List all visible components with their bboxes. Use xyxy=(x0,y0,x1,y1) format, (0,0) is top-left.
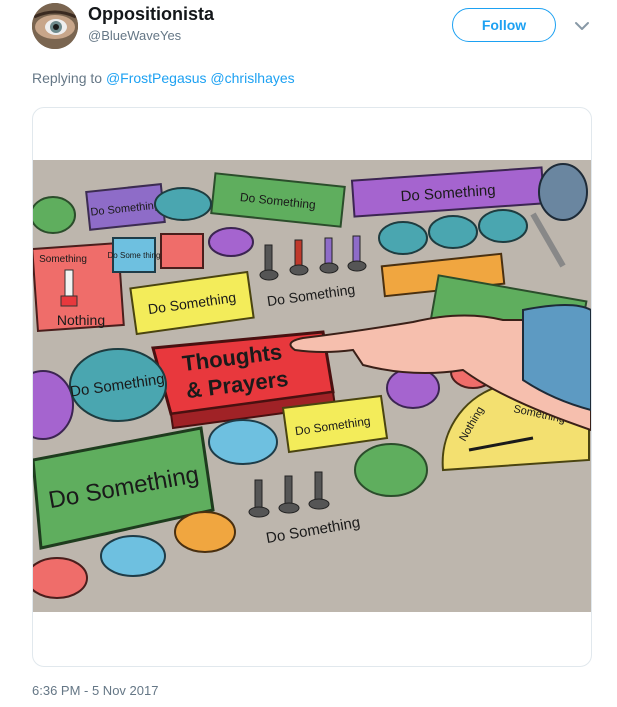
reply-to-link-1[interactable]: @FrostPegasus xyxy=(106,70,207,86)
chevron-down-icon[interactable] xyxy=(572,16,592,36)
avatar[interactable] xyxy=(32,3,78,49)
control-panel-image[interactable]: Do Something Do Something Do Something S… xyxy=(33,160,591,612)
tweet-header: Oppositionista @BlueWaveYes Follow xyxy=(0,0,617,60)
reply-context: Replying to @FrostPegasus @chrislhayes xyxy=(32,70,295,86)
left-label-top: Something xyxy=(39,254,87,265)
media-card[interactable]: Do Something Do Something Do Something S… xyxy=(32,107,592,667)
reply-to-link-2[interactable]: @chrislhayes xyxy=(210,70,294,86)
left-label-bottom: Nothing xyxy=(57,312,105,328)
user-handle[interactable]: @BlueWaveYes xyxy=(88,28,181,43)
replying-prefix: Replying to xyxy=(32,70,103,86)
follow-button[interactable]: Follow xyxy=(452,8,556,42)
display-name[interactable]: Oppositionista xyxy=(88,4,214,25)
small-tile-1: Do Some thing xyxy=(108,251,161,260)
tweet-timestamp[interactable]: 6:36 PM - 5 Nov 2017 xyxy=(32,683,158,698)
